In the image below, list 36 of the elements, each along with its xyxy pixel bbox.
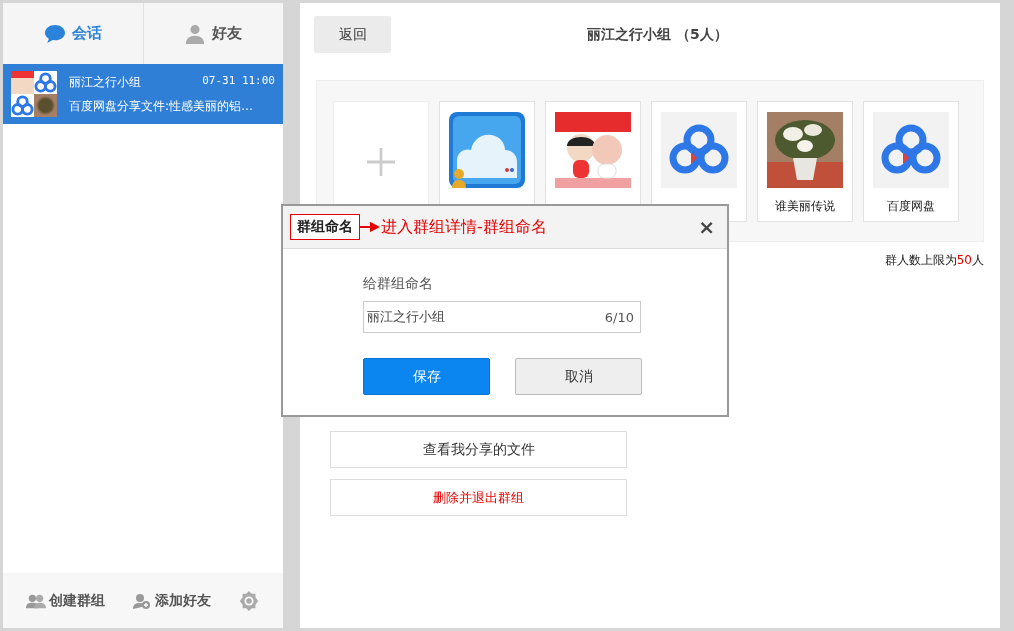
person-icon bbox=[184, 23, 207, 44]
field-label: 给群组命名 bbox=[363, 275, 434, 293]
member-card[interactable]: 百度网盘 bbox=[863, 101, 959, 222]
member-name: 谁美丽传说 bbox=[775, 198, 835, 215]
annotation-arrow bbox=[360, 222, 380, 232]
conversation-time: 07-31 11:00 bbox=[202, 73, 275, 89]
save-button[interactable]: 保存 bbox=[363, 358, 490, 395]
member-name: 百度网盘 bbox=[887, 198, 935, 215]
settings-icon[interactable] bbox=[237, 589, 260, 612]
cloud-app-icon bbox=[449, 112, 525, 188]
conversation-item[interactable]: 丽江之行小组 07-31 11:00 百度网盘分享文件:性感美丽的铝… bbox=[3, 64, 283, 124]
character-counter: 6/10 bbox=[604, 309, 634, 325]
conversation-preview: 百度网盘分享文件:性感美丽的铝… bbox=[69, 97, 255, 115]
member-limit-text: 群人数上限为50人 bbox=[884, 252, 984, 269]
group-title: 丽江之行小组 （5人） bbox=[586, 25, 729, 44]
back-button[interactable]: 返回 bbox=[314, 16, 391, 53]
name-input-field[interactable]: 丽江之行小组 6/10 bbox=[363, 301, 641, 333]
group-avatar bbox=[11, 71, 57, 117]
exit-group-button[interactable]: 删除并退出群组 bbox=[330, 479, 627, 516]
member-card[interactable]: 谁美丽传说 bbox=[757, 101, 853, 222]
cartoon-figures-icon bbox=[555, 112, 631, 188]
shared-files-button[interactable]: 查看我分享的文件 bbox=[330, 431, 627, 468]
tab[interactable]: 好友 bbox=[143, 3, 283, 64]
add-friend-button[interactable]: 添加好友 bbox=[132, 591, 211, 610]
annotation-text: 进入群组详情-群组命名 bbox=[381, 216, 547, 238]
close-button[interactable]: × bbox=[698, 215, 715, 239]
cloud-logo-icon bbox=[661, 112, 737, 188]
people-icon bbox=[26, 592, 47, 609]
add-person-icon bbox=[132, 592, 152, 609]
plus-icon bbox=[367, 147, 395, 176]
cancel-button[interactable]: 取消 bbox=[515, 358, 642, 395]
dialog-title: 群组命名 bbox=[290, 214, 360, 240]
conversation-name: 丽江之行小组 bbox=[69, 73, 141, 91]
create-group-button[interactable]: 创建群组 bbox=[26, 591, 106, 610]
chat-bubble-icon bbox=[43, 23, 66, 44]
cloud-logo-icon bbox=[873, 112, 949, 188]
